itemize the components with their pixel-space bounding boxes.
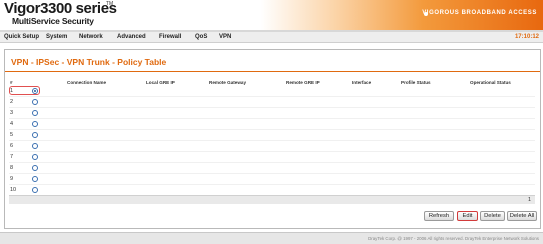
pagination-bar: 1: [9, 195, 535, 204]
row-index: 4: [10, 121, 14, 127]
table-row[interactable]: 9: [9, 174, 535, 185]
row-select-radio[interactable]: [32, 99, 38, 105]
content-panel: VPN - IPSec - VPN Trunk - Policy Table #…: [4, 49, 541, 229]
menu-item-qos[interactable]: QoS: [195, 33, 207, 41]
row-index: 10: [10, 187, 17, 193]
refresh-button[interactable]: Refresh: [424, 211, 454, 221]
title-divider: [5, 71, 540, 72]
column-header-interface: Interface: [352, 80, 372, 85]
main-menu: Quick Setup System Network Advanced Fire…: [0, 32, 543, 43]
edit-button[interactable]: Edit: [457, 211, 478, 221]
row-index: 7: [10, 154, 14, 160]
slogan-text: VIGOROUS BROADBAND ACCESS: [422, 10, 537, 16]
app-header: Vigor3300 series TM MultiService Securit…: [0, 0, 543, 30]
row-index: 9: [10, 176, 14, 182]
row-select-radio[interactable]: [32, 143, 38, 149]
table-row[interactable]: 1: [9, 86, 535, 97]
row-index: 6: [10, 143, 14, 149]
row-select-radio[interactable]: [32, 121, 38, 127]
column-header-operational-status: Operational Status: [470, 80, 511, 85]
system-clock: 17:10:12: [514, 34, 539, 40]
page-footer: DrayTek Corp. @ 1997 - 2006 All rights r…: [0, 232, 543, 244]
table-row[interactable]: 6: [9, 141, 535, 152]
delete-all-button[interactable]: Delete All: [507, 211, 537, 221]
row-select-radio[interactable]: [32, 88, 38, 94]
menu-item-quick-setup[interactable]: Quick Setup: [4, 33, 39, 41]
menu-item-network[interactable]: Network: [79, 33, 103, 41]
menu-item-advanced[interactable]: Advanced: [117, 33, 146, 41]
trademark-mark: TM: [106, 1, 114, 7]
menu-item-system[interactable]: System: [46, 33, 67, 41]
column-header-index: #: [10, 80, 13, 85]
row-select-radio[interactable]: [32, 154, 38, 160]
table-row[interactable]: 8: [9, 163, 535, 174]
column-header-profile-status: Profile Status: [401, 80, 431, 85]
column-header-remote-gateway: Remote Gateway: [209, 80, 247, 85]
brand-logo: Vigor3300 series: [4, 0, 117, 17]
column-header-connection-name: Connection Name: [67, 80, 107, 85]
row-select-radio[interactable]: [32, 110, 38, 116]
menu-spacer: [0, 43, 543, 46]
row-select-radio[interactable]: [32, 132, 38, 138]
column-header-remote-gre-ip: Remote GRE IP: [286, 80, 320, 85]
table-header: # Connection Name Local GRE IP Remote Ga…: [9, 79, 535, 86]
table-row[interactable]: 7: [9, 152, 535, 163]
table-row[interactable]: 5: [9, 130, 535, 141]
column-header-local-gre-ip: Local GRE IP: [146, 80, 175, 85]
row-select-radio[interactable]: [32, 187, 38, 193]
copyright-text: DrayTek Corp. @ 1997 - 2006 All rights r…: [368, 236, 539, 241]
row-index: 1: [10, 88, 14, 94]
page-number-link[interactable]: 1: [528, 196, 531, 204]
brand-subtitle: MultiService Security: [12, 16, 94, 26]
row-index: 8: [10, 165, 14, 171]
menu-item-firewall[interactable]: Firewall: [159, 33, 181, 41]
row-select-radio[interactable]: [32, 165, 38, 171]
delete-button[interactable]: Delete: [480, 211, 505, 221]
table-row[interactable]: 3: [9, 108, 535, 119]
page-title: VPN - IPSec - VPN Trunk - Policy Table: [11, 57, 167, 67]
row-index: 5: [10, 132, 14, 138]
row-select-radio[interactable]: [32, 176, 38, 182]
table-row[interactable]: 4: [9, 119, 535, 130]
row-index: 3: [10, 110, 14, 116]
row-index: 2: [10, 99, 14, 105]
table-row[interactable]: 2: [9, 97, 535, 108]
menu-item-vpn[interactable]: VPN: [219, 33, 231, 41]
